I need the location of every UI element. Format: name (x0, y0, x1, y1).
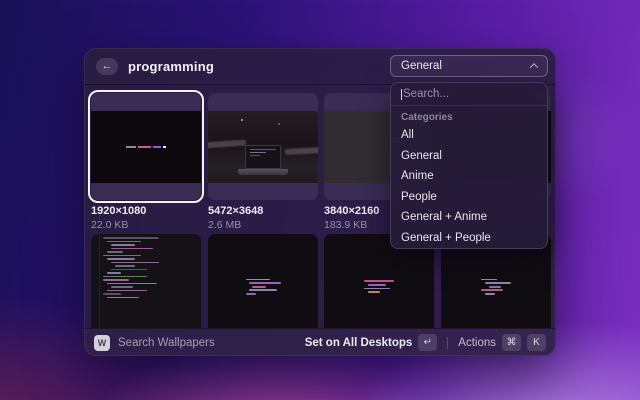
dropdown-item-all[interactable]: All (391, 125, 547, 146)
dropdown-item-general[interactable]: General (391, 146, 547, 167)
back-button[interactable]: ← (96, 58, 118, 75)
page-title: programming (128, 59, 214, 74)
return-key-icon: ↵ (418, 334, 437, 351)
desktop-wallpaper: ← programming General 1920×1080 (0, 0, 640, 400)
wallpaper-thumbnail-selected[interactable] (91, 93, 201, 200)
actions-button[interactable]: Actions (458, 337, 496, 349)
dropdown-section-label: Categories (391, 106, 547, 125)
dropdown-search-input[interactable]: Search... (391, 83, 547, 106)
wallpaper-search-window: ← programming General 1920×1080 (84, 48, 556, 356)
wallpaper-preview-image (208, 111, 318, 183)
chevron-up-icon (530, 63, 538, 71)
wallpaper-thumbnail[interactable] (208, 93, 318, 200)
command-key-icon: ⌘ (502, 334, 521, 351)
dropdown-item-anime[interactable]: Anime (391, 166, 547, 187)
window-footer: W Search Wallpapers Set on All Desktops … (84, 328, 556, 356)
wallpaper-thumbnail[interactable] (208, 234, 318, 328)
wallpaper-filesize: 22.0 KB (91, 219, 201, 231)
primary-action-button[interactable]: Set on All Desktops (305, 337, 413, 349)
wallpaper-filesize: 2.6 MB (208, 219, 318, 231)
wallpaper-preview-image (91, 111, 201, 183)
footer-divider (447, 337, 448, 349)
wallpaper-preview-image (91, 234, 201, 328)
text-cursor (401, 89, 402, 100)
wallpaper-item[interactable]: 1920×1080 22.0 KB (91, 93, 201, 231)
wallpaper-item[interactable] (91, 234, 201, 328)
wallpaper-dimensions: 1920×1080 (91, 205, 201, 217)
category-select[interactable]: General (390, 55, 548, 77)
wallpaper-item[interactable]: 5472×3648 2.6 MB (208, 93, 318, 231)
dropdown-search-placeholder: Search... (403, 88, 449, 100)
wallpaper-preview-image (208, 234, 318, 328)
wallpaper-dimensions: 5472×3648 (208, 205, 318, 217)
category-select-value: General (401, 60, 531, 72)
k-key-icon: K (527, 334, 546, 351)
dropdown-item-general-anime[interactable]: General + Anime (391, 207, 547, 228)
category-dropdown: Search... Categories All General Anime P… (390, 82, 548, 249)
wallpapers-app-icon: W (94, 335, 110, 351)
window-header: ← programming General (84, 48, 556, 85)
footer-command-name: Search Wallpapers (118, 337, 215, 349)
dropdown-item-general-people[interactable]: General + People (391, 228, 547, 249)
dropdown-item-people[interactable]: People (391, 187, 547, 208)
wallpaper-item[interactable] (208, 234, 318, 328)
wallpaper-thumbnail[interactable] (91, 234, 201, 328)
